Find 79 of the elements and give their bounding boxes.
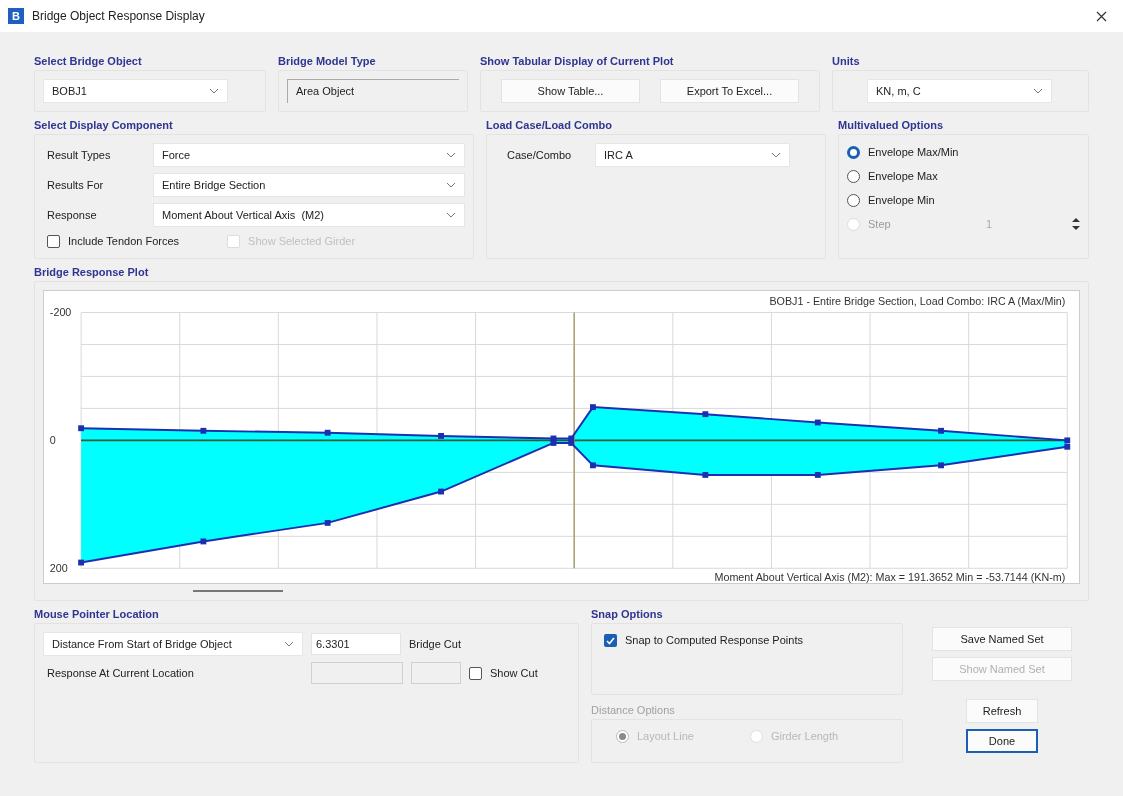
dropdown[interactable]: Distance From Start of Bridge Object bbox=[43, 632, 303, 657]
chevron-down-icon bbox=[446, 212, 456, 218]
field-label: Response At Current Location bbox=[46, 666, 195, 682]
data-point bbox=[814, 471, 821, 478]
checkbox[interactable] bbox=[469, 666, 482, 680]
chevron-down-icon bbox=[446, 152, 456, 158]
field-label: Response bbox=[46, 207, 98, 223]
chevron-down-icon bbox=[771, 152, 781, 158]
dialog-button[interactable]: Export To Excel... bbox=[660, 79, 799, 103]
dialog-button[interactable]: Refresh bbox=[966, 699, 1038, 724]
checkbox[interactable] bbox=[47, 234, 60, 248]
dropdown[interactable]: Moment About Vertical Axis (M2) bbox=[153, 203, 465, 227]
group-heading: Show Tabular Display of Current Plot bbox=[480, 54, 675, 68]
dialog-button[interactable]: Show Table... bbox=[501, 79, 640, 103]
data-point bbox=[324, 429, 331, 436]
plot-title: BOBJ1 - Entire Bridge Section, Load Combo: IRC A (Max/Min) bbox=[769, 294, 1066, 307]
data-point bbox=[702, 410, 709, 417]
data-point bbox=[590, 403, 596, 410]
radio-label: Envelope Max bbox=[868, 168, 939, 184]
radio-label: Step bbox=[868, 216, 892, 232]
response-field bbox=[411, 662, 461, 685]
group-heading: Select Bridge Object bbox=[34, 54, 143, 68]
y-axis-label: -200 bbox=[49, 305, 72, 318]
dropdown[interactable]: Force bbox=[153, 143, 465, 167]
data-point bbox=[78, 424, 85, 431]
chevron-down-icon bbox=[446, 182, 456, 188]
dialog-button[interactable]: Done bbox=[966, 729, 1038, 754]
y-axis-label: 0 bbox=[49, 433, 56, 446]
field-label: Result Types bbox=[46, 147, 112, 163]
data-point bbox=[324, 519, 331, 526]
field-label: Results For bbox=[46, 177, 105, 193]
dropdown[interactable]: Entire Bridge Section bbox=[153, 173, 465, 197]
radio-button[interactable] bbox=[847, 193, 860, 207]
group-heading: Load Case/Load Combo bbox=[486, 118, 613, 132]
field-label: Bridge Cut bbox=[409, 637, 461, 653]
read-only-field: Area Object bbox=[287, 79, 459, 103]
group-heading: Multivalued Options bbox=[838, 118, 945, 132]
chevron-down-icon bbox=[1033, 88, 1043, 94]
data-point bbox=[200, 427, 207, 434]
dialog-button[interactable]: Save Named Set bbox=[932, 627, 1072, 652]
data-point bbox=[438, 432, 444, 439]
chevron-down-icon bbox=[209, 88, 219, 94]
group-heading: Bridge Response Plot bbox=[34, 264, 150, 279]
group-heading: Select Display Component bbox=[34, 118, 174, 132]
group-heading: Units bbox=[832, 54, 861, 68]
chevron-down-icon bbox=[284, 641, 294, 648]
data-point bbox=[702, 471, 709, 478]
window-title: Bridge Object Response Display bbox=[32, 8, 205, 25]
y-axis-label: 200 bbox=[49, 561, 68, 574]
data-point bbox=[938, 461, 944, 468]
group-heading: Snap Options bbox=[591, 607, 664, 622]
close-icon[interactable] bbox=[1096, 10, 1107, 22]
data-point bbox=[438, 488, 444, 494]
radio-button[interactable] bbox=[847, 169, 860, 183]
radio-label: Envelope Max/Min bbox=[868, 144, 960, 160]
app-logo-icon: B bbox=[8, 8, 24, 24]
radio-label: Envelope Min bbox=[868, 192, 936, 208]
distance-field[interactable]: 6.3301 bbox=[311, 633, 401, 656]
data-point bbox=[590, 461, 596, 468]
radio-button[interactable] bbox=[847, 145, 860, 159]
spinner-icon[interactable] bbox=[1072, 216, 1080, 232]
dropdown[interactable]: BOBJ1 bbox=[43, 79, 228, 103]
field-label: Case/Combo bbox=[506, 147, 573, 163]
checkbox[interactable] bbox=[604, 634, 617, 648]
radio-label: Girder Length bbox=[770, 729, 839, 745]
group-heading: Bridge Model Type bbox=[278, 54, 377, 68]
checkbox-label: Show Cut bbox=[490, 666, 538, 682]
group-heading: Distance Options bbox=[591, 703, 676, 718]
data-point bbox=[938, 427, 944, 434]
dropdown[interactable]: KN, m, C bbox=[867, 79, 1052, 103]
data-point bbox=[200, 538, 207, 544]
plot-summary: Moment About Vertical Axis (M2): Max = 191.3652 Min = -53.7144 (KN-m) bbox=[714, 570, 1066, 583]
data-point bbox=[814, 419, 821, 425]
horizontal-scrollbar[interactable] bbox=[193, 590, 283, 593]
group-heading: Mouse Pointer Location bbox=[34, 607, 160, 622]
data-point bbox=[78, 559, 85, 565]
checkbox-label: Include Tendon Forces bbox=[68, 234, 180, 249]
checkbox-label: Snap to Computed Response Points bbox=[625, 633, 803, 649]
dropdown[interactable]: IRC A bbox=[595, 143, 790, 167]
